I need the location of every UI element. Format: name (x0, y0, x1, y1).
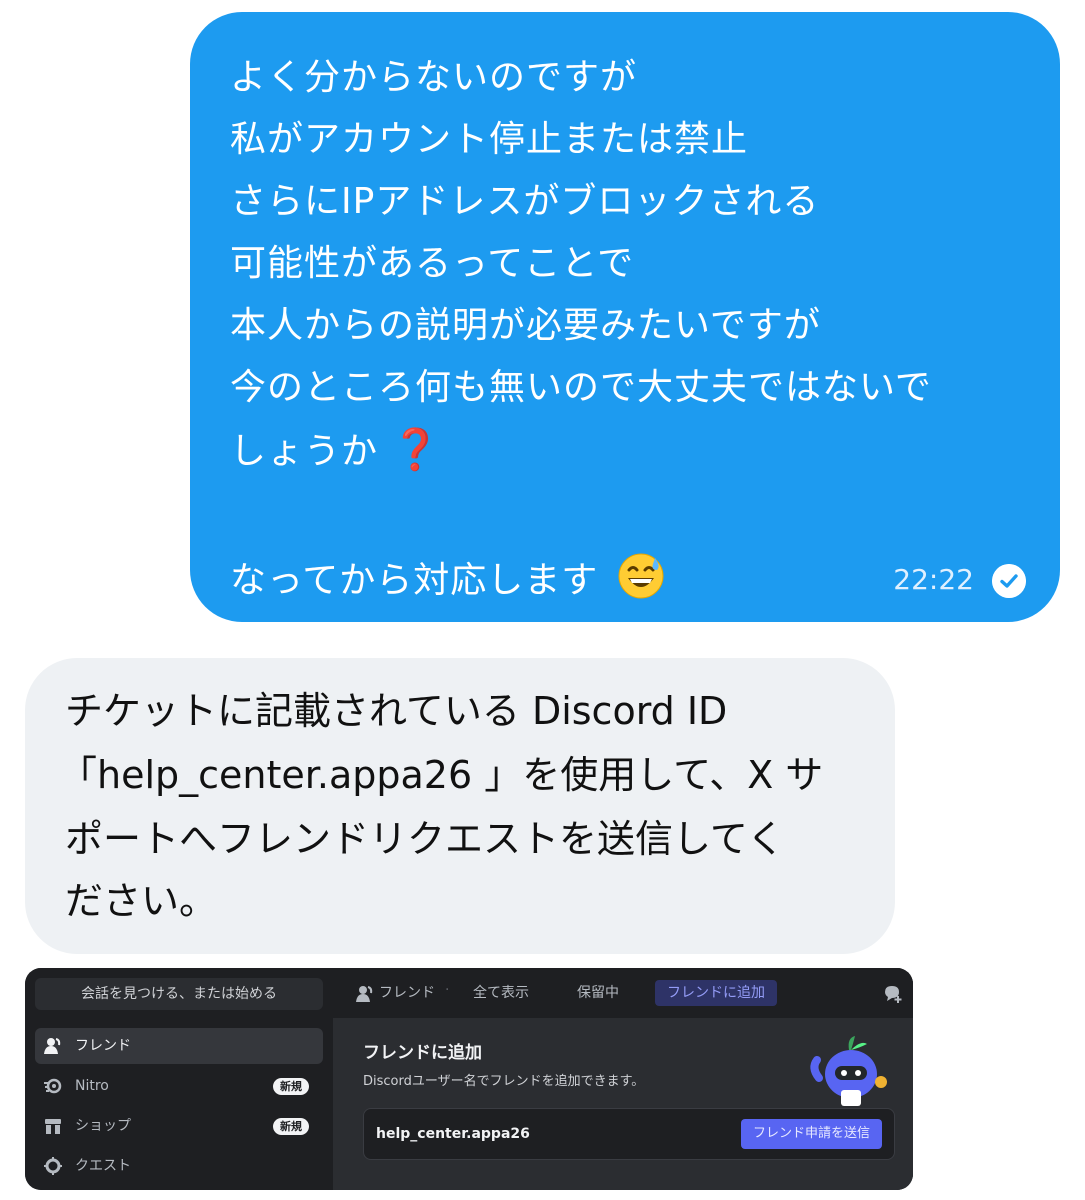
shop-icon (45, 1119, 61, 1134)
new-badge: 新規 (273, 1078, 309, 1095)
sidebar-item-quest[interactable]: クエスト (35, 1148, 323, 1184)
wumpus-mascot-icon (810, 1036, 887, 1106)
discord-main: フレンド · 全て表示 保留中 フレンドに追加 フレンドに追加 Discordユ… (333, 968, 913, 1190)
grinning-sweat-emoji (618, 553, 664, 599)
header-dot-separator: · (445, 982, 450, 998)
message-line: さらにIPアドレスがブロックされる (230, 181, 820, 222)
outgoing-message-bubble: よく分からないのですが 私がアカウント停止または禁止 さらにIPアドレスがブロッ… (190, 12, 1060, 622)
tab-pending[interactable]: 保留中 (577, 982, 619, 1004)
sidebar-item-shop[interactable]: ショップ 新規 (35, 1108, 323, 1144)
new-group-dm-icon[interactable] (883, 984, 903, 1004)
sidebar-item-label: クエスト (75, 1158, 131, 1174)
message-line: 「help_center.appa26 」を使用して、X サ (59, 753, 824, 797)
message-line: 今のところ何も無いので大丈夫ではないで (230, 367, 932, 408)
username-input[interactable]: help_center.appa26 フレンド申請を送信 (363, 1108, 895, 1160)
incoming-message-bubble: チケットに記載されている Discord ID 「help_center.app… (25, 658, 895, 954)
discord-screenshot: 会話を見つける、または始める フレンド Nitro 新規 ショップ 新規 クエス… (25, 968, 913, 1190)
message-line: 可能性があるってことで (230, 243, 635, 284)
message-timestamp: 22:22 (893, 563, 974, 596)
friends-topbar: フレンド · 全て表示 保留中 フレンドに追加 (333, 968, 913, 1019)
sidebar-item-label: フレンド (75, 1038, 131, 1054)
sidebar-item-label: Nitro (75, 1078, 109, 1094)
message-line: よく分からないのですが (230, 57, 638, 98)
add-friend-title: フレンドに追加 (363, 1043, 482, 1063)
conversation-search-button[interactable]: 会話を見つける、または始める (35, 978, 323, 1010)
message-line: 本人からの説明が必要みたいですが (230, 305, 821, 346)
new-badge: 新規 (273, 1118, 309, 1135)
message-line-with-emoji: しょうか ❓ (230, 428, 441, 474)
sidebar-item-nitro[interactable]: Nitro 新規 (35, 1068, 323, 1104)
friends-header-label: フレンド (379, 985, 435, 1001)
friends-icon (356, 986, 373, 1002)
discord-sidebar: 会話を見つける、または始める フレンド Nitro 新規 ショップ 新規 クエス… (25, 968, 333, 1190)
message-line: なってから対応します (230, 560, 599, 601)
send-friend-request-button[interactable]: フレンド申請を送信 (740, 1119, 882, 1149)
message-line: チケットに記載されている Discord ID (65, 689, 728, 733)
tab-all[interactable]: 全て表示 (473, 982, 529, 1004)
message-line-with-emoji: なってから対応します (230, 552, 665, 603)
question-mark-emoji: ❓ (390, 427, 442, 473)
tab-add-friend[interactable]: フレンドに追加 (655, 980, 777, 1006)
nitro-icon (44, 1078, 62, 1094)
message-line: ポートへフレンドリクエストを送信してく (65, 817, 785, 861)
message-line: 私がアカウント停止または禁止 (230, 119, 749, 160)
sidebar-item-friends[interactable]: フレンド (35, 1028, 323, 1064)
add-friend-subtitle: Discordユーザー名でフレンドを追加できます。 (363, 1074, 645, 1089)
sidebar-item-label: ショップ (75, 1118, 131, 1134)
friends-icon (44, 1038, 61, 1054)
add-friend-panel: フレンドに追加 Discordユーザー名でフレンドを追加できます。 help_c… (333, 1018, 913, 1190)
check-circle-icon (992, 564, 1026, 598)
message-line: しょうか (230, 431, 379, 472)
username-input-value: help_center.appa26 (376, 1126, 530, 1142)
message-line: ださい。 (65, 879, 218, 923)
quest-icon (44, 1157, 62, 1175)
